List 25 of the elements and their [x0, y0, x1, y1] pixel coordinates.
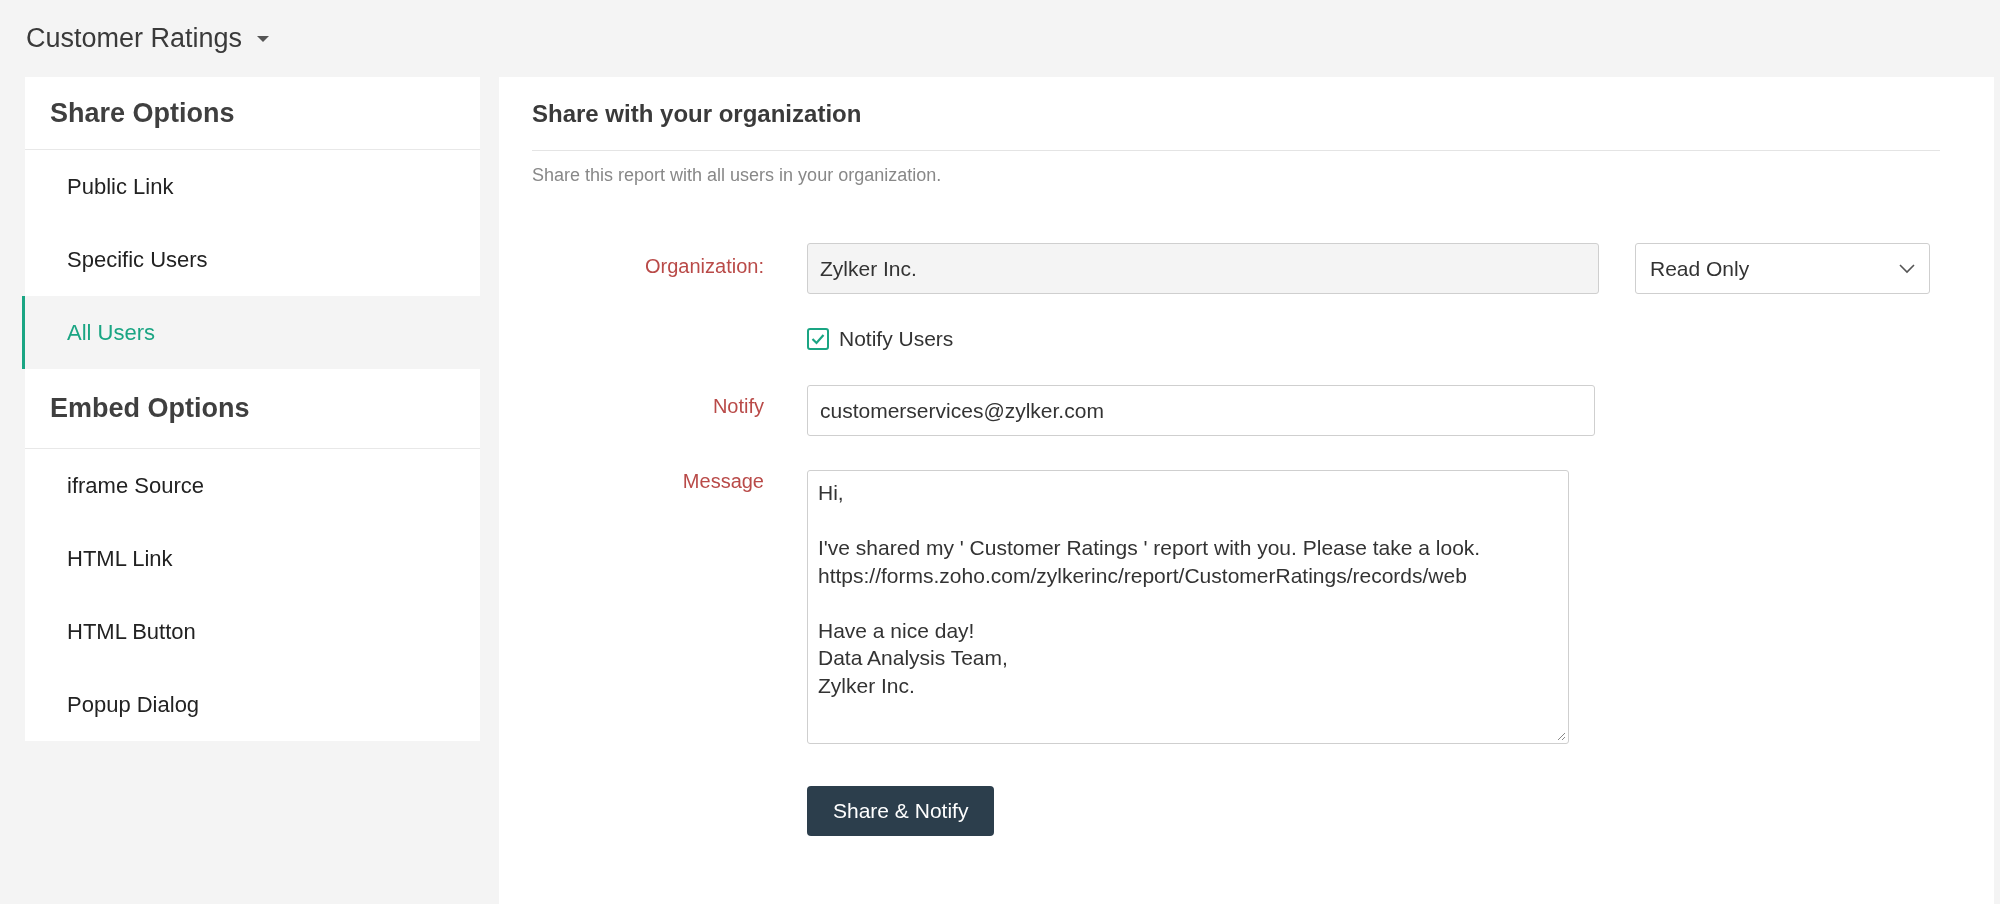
checkmark-icon: [811, 333, 825, 345]
resize-handle-icon[interactable]: [1556, 731, 1566, 741]
panel-title: Share with your organization: [532, 99, 862, 128]
field-label: Organization:: [644, 255, 765, 278]
sidebar-item[interactable]: iframe Source: [22, 449, 480, 522]
permission-dropdown[interactable]: Read Only: [1635, 243, 1930, 294]
panel-description: Share this report with all users in your organization.: [532, 165, 943, 186]
email-field[interactable]: customerservices@zylker.com: [807, 385, 1595, 436]
sidebar-item[interactable]: HTML Button: [22, 595, 480, 668]
checkbox-label: Notify Users: [839, 327, 954, 351]
report-title[interactable]: Customer Ratings: [26, 23, 243, 54]
sidebar-item[interactable]: Specific Users: [22, 223, 480, 296]
field-label: Notify: [711, 395, 765, 418]
message-field[interactable]: Hi, I've shared my ' Customer Ratings ' report with you. Please take a look. https://forms.zoho.com/zylkerinc/report/CustomerRatings/records/web Have a nice day! Data Analysis Team, Zylker Inc.: [807, 470, 1569, 744]
section-heading: Share Options: [50, 97, 235, 129]
checkbox[interactable]: [807, 328, 829, 350]
field-label: Message: [681, 470, 765, 493]
organization-field: Zylker Inc.: [807, 243, 1599, 294]
sidebar-item[interactable]: Popup Dialog: [22, 668, 480, 741]
caret-down-icon[interactable]: [256, 34, 271, 43]
section-heading: Embed Options: [50, 393, 250, 424]
sidebar-item[interactable]: HTML Link: [22, 522, 480, 595]
share-notify-button[interactable]: Share & Notify: [807, 786, 995, 836]
sidebar-item[interactable]: Public Link: [22, 150, 480, 223]
chevron-down-icon: [1899, 263, 1915, 274]
